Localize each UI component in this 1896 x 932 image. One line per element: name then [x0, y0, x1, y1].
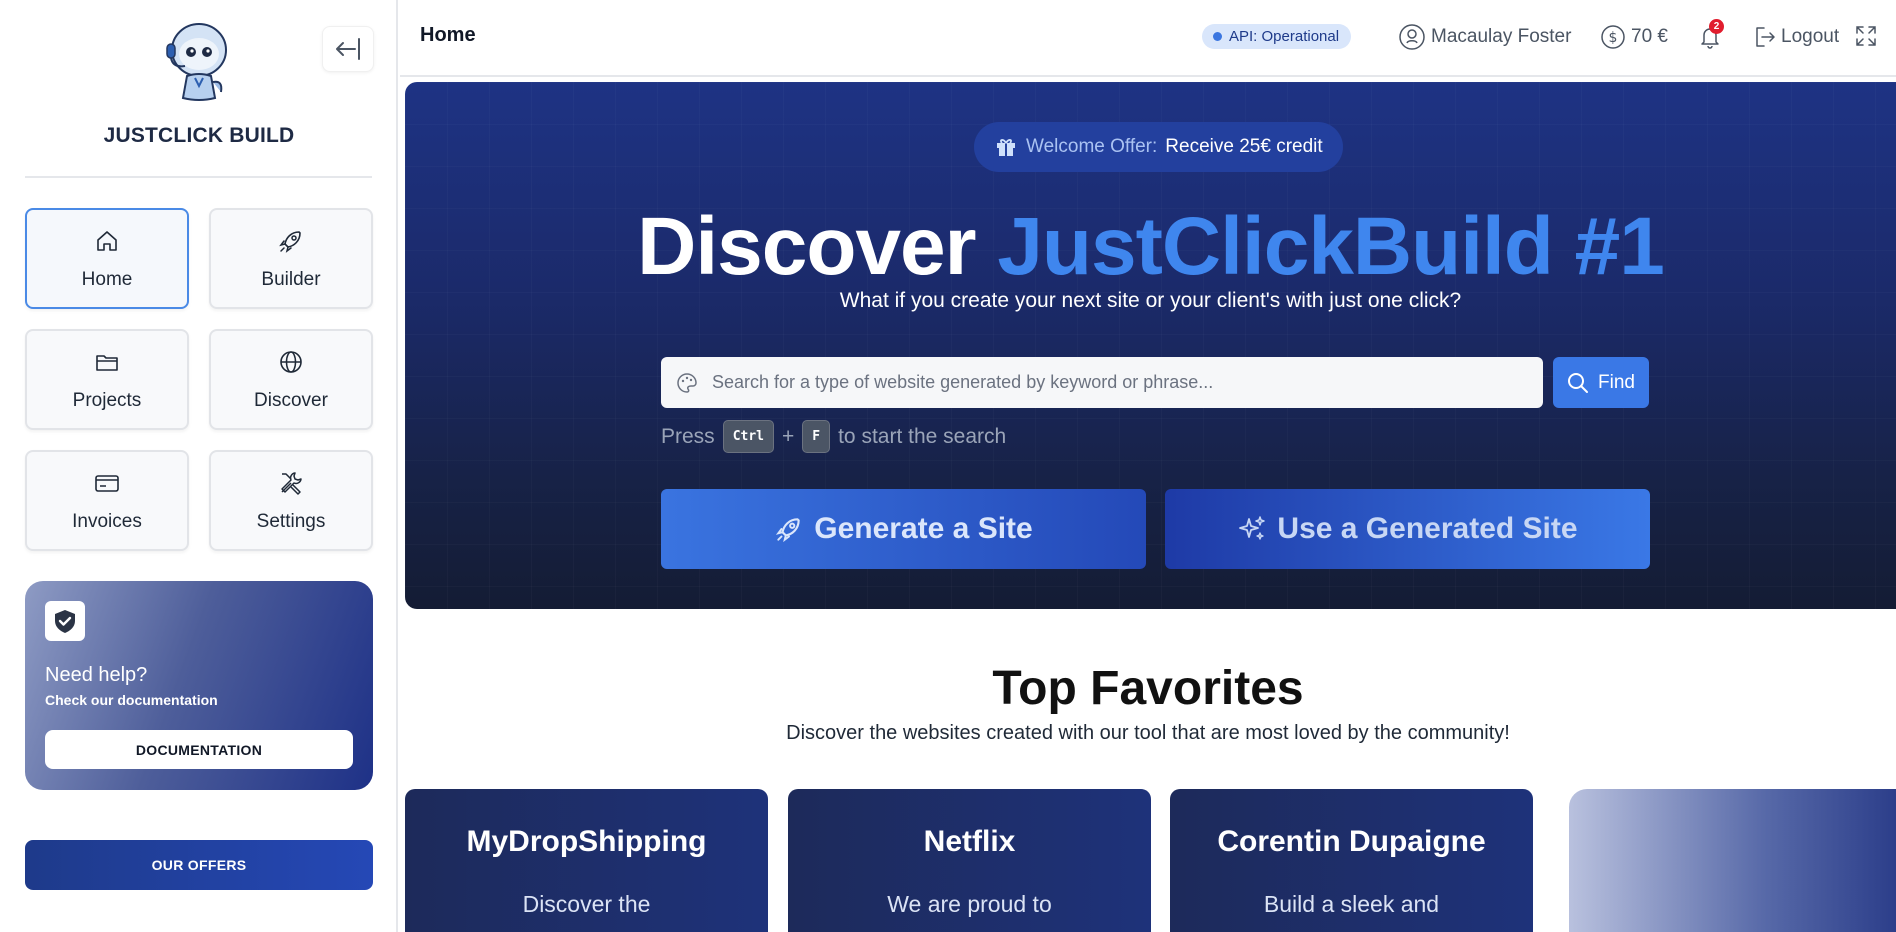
favorite-card[interactable]: Corentin Dupaigne Build a sleek and: [1170, 789, 1533, 932]
collapse-arrow-icon: [336, 38, 360, 60]
balance-value: 70 €: [1631, 26, 1668, 47]
nav-item-projects[interactable]: Projects: [25, 329, 189, 430]
favorites-subtitle: Discover the websites created with our t…: [786, 722, 1510, 744]
home-icon: [97, 230, 117, 251]
robot-mascot-icon: [166, 23, 227, 101]
kbd-f: F: [802, 420, 831, 453]
user-icon: [1399, 24, 1425, 50]
status-dot-icon: [1213, 32, 1222, 41]
shortcut-plus: +: [782, 424, 795, 448]
logout-button[interactable]: Logout: [1754, 22, 1839, 52]
nav-item-builder[interactable]: Builder: [209, 208, 373, 309]
shield-check-icon: [45, 601, 85, 641]
documentation-button[interactable]: DOCUMENTATION: [45, 730, 353, 769]
search-box[interactable]: [661, 357, 1543, 408]
hero-section: Welcome Offer: Receive 25€ credit Discov…: [405, 82, 1896, 609]
shortcut-press: Press: [661, 424, 715, 448]
help-card: Need help? Check our documentation DOCUM…: [25, 581, 373, 790]
logout-label: Logout: [1781, 26, 1840, 47]
user-profile[interactable]: Macaulay Foster: [1398, 22, 1571, 52]
nav-item-invoices[interactable]: Invoices: [25, 450, 189, 551]
api-status-text: API: Operational: [1229, 28, 1340, 45]
logout-icon: [1756, 27, 1775, 47]
help-subtitle: Check our documentation: [45, 692, 218, 708]
nav-label: Discover: [254, 389, 328, 411]
page-title: Home: [420, 24, 476, 46]
balance-display[interactable]: $ 70 €: [1600, 22, 1668, 52]
welcome-offer-pill[interactable]: Welcome Offer: Receive 25€ credit: [974, 122, 1343, 172]
card-title: Corentin Dupaigne: [1217, 825, 1486, 858]
nav-label: Settings: [256, 510, 326, 532]
help-title: Need help?: [45, 664, 148, 686]
card-description: We are proud to: [887, 891, 1052, 917]
nav-item-settings[interactable]: Settings: [209, 450, 373, 551]
use-generated-site-button[interactable]: Use a Generated Site: [1165, 489, 1650, 569]
favorites-title: Top Favorites: [992, 662, 1304, 715]
palette-icon: [677, 372, 697, 393]
main-nav: Home Builder Projects Discover Invoices …: [25, 208, 373, 551]
hero-title-white: Discover: [637, 201, 976, 292]
card-title: MyDropShipping: [466, 825, 707, 858]
folder-icon: [96, 354, 118, 371]
notifications-button[interactable]: 2: [1698, 19, 1724, 52]
nav-label: Home: [81, 268, 133, 290]
hero-title-blue: JustClickBuild #1: [997, 201, 1665, 292]
rocket-icon: [776, 518, 800, 543]
notification-count-badge: 2: [1709, 19, 1724, 34]
sparkles-icon: [1239, 516, 1266, 540]
card-description: Build a sleek and: [1263, 891, 1440, 917]
favorite-card[interactable]: MyDropShipping Discover the: [405, 789, 768, 932]
kbd-ctrl: Ctrl: [722, 420, 774, 453]
nav-label: Invoices: [72, 510, 142, 532]
rocket-icon: [279, 230, 301, 253]
globe-icon: [280, 350, 302, 373]
favorite-card[interactable]: Netflix We are proud to: [788, 789, 1151, 932]
search-icon: [1568, 372, 1589, 393]
nav-label: Projects: [72, 389, 142, 411]
favorite-card-partial[interactable]: [1569, 789, 1896, 932]
brand-name: JUSTCLICK BUILD: [103, 124, 295, 147]
card-icon: [95, 474, 119, 492]
generate-site-button[interactable]: Generate a Site: [661, 489, 1146, 569]
tools-icon: [281, 471, 302, 495]
offer-text: Receive 25€ credit: [1165, 136, 1323, 157]
topbar: Home API: Operational Macaulay Foster $ …: [400, 0, 1896, 77]
svg-text:$: $: [1609, 30, 1618, 46]
card-title: Netflix: [923, 825, 1016, 858]
offer-prefix: Welcome Offer:: [1026, 136, 1158, 157]
bell-wrapper: 2: [1698, 19, 1724, 50]
user-name: Macaulay Foster: [1431, 26, 1572, 47]
api-status-badge: API: Operational: [1202, 24, 1352, 49]
search-input[interactable]: [712, 372, 1532, 393]
sidebar: JUSTCLICK BUILD Home Builder Projects Di…: [0, 0, 398, 932]
nav-item-discover[interactable]: Discover: [209, 329, 373, 430]
generate-site-label: Generate a Site: [814, 512, 1033, 545]
hero-title: Discover JustClickBuild #1: [405, 200, 1896, 294]
card-description: Discover the: [522, 891, 651, 917]
hero-subtitle: What if you create your next site or you…: [839, 289, 1462, 312]
search-shortcut-hint: Press Ctrl + F to start the search: [661, 420, 1006, 453]
sidebar-divider: [25, 176, 372, 178]
fullscreen-button[interactable]: [1854, 24, 1878, 53]
collapse-sidebar-button[interactable]: [322, 26, 374, 72]
find-button[interactable]: Find: [1553, 357, 1649, 408]
gift-icon: [997, 139, 1015, 156]
nav-item-home[interactable]: Home: [25, 208, 189, 309]
our-offers-button[interactable]: OUR OFFERS: [25, 840, 373, 890]
find-label: Find: [1598, 371, 1635, 393]
dollar-icon: $: [1601, 25, 1625, 49]
fullscreen-icon: [1856, 26, 1876, 46]
nav-label: Builder: [261, 268, 321, 290]
use-generated-site-label: Use a Generated Site: [1277, 512, 1578, 545]
shortcut-suffix: to start the search: [838, 424, 1007, 448]
